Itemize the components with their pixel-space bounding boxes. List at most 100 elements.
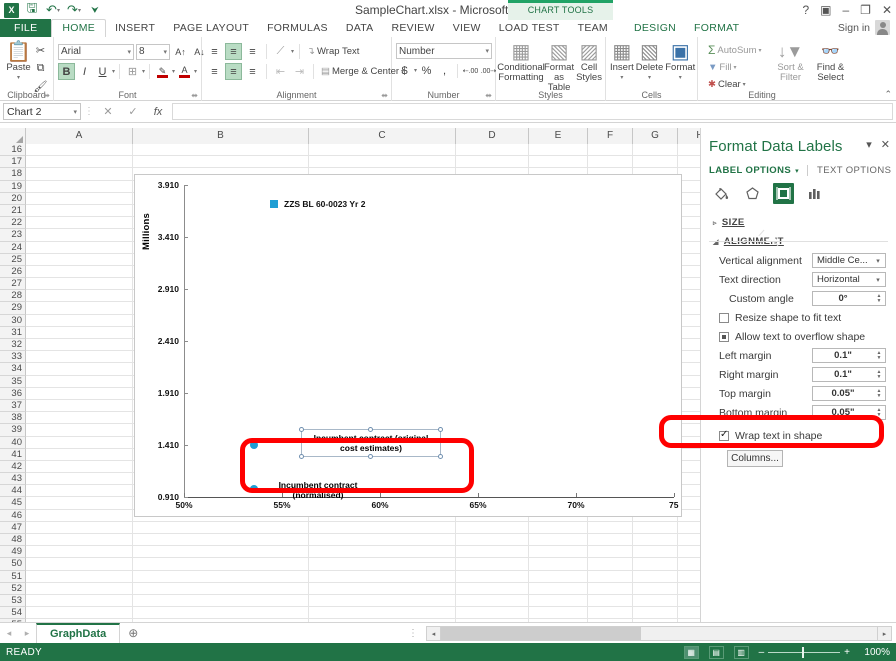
format-data-labels-pane[interactable]: Format Data Labels ▾ ✕ LABEL OPTIONS ▾ T… <box>700 128 896 622</box>
decrease-decimal-icon[interactable]: .00⇢ <box>480 62 497 79</box>
align-top-icon[interactable]: ≡ <box>206 43 223 60</box>
grid-cell[interactable] <box>26 217 133 229</box>
grid-cell[interactable] <box>529 144 588 156</box>
tab-design[interactable]: DESIGN <box>625 20 685 37</box>
tab-page-layout[interactable]: PAGE LAYOUT <box>164 20 258 37</box>
grid-cell[interactable] <box>456 534 529 546</box>
scroll-right-icon[interactable]: ▸ <box>877 626 892 641</box>
grid-cell[interactable] <box>133 583 309 595</box>
sign-in-area[interactable]: Sign in <box>838 20 890 35</box>
enter-formula-icon[interactable]: ✓ <box>122 103 144 120</box>
tab-formulas[interactable]: FORMULAS <box>258 20 337 37</box>
grid-cell[interactable] <box>456 546 529 558</box>
row-header-52[interactable]: 52 <box>0 583 26 595</box>
help-icon[interactable]: ? <box>802 3 809 17</box>
grid-cell[interactable] <box>26 595 133 607</box>
format-as-table-button[interactable]: ▧ Format as Table <box>544 41 574 93</box>
horizontal-scrollbar[interactable]: ◂ ▸ <box>426 626 892 641</box>
page-layout-view-icon[interactable]: ▤ <box>709 646 724 659</box>
align-bottom-icon[interactable]: ≡ <box>244 43 261 60</box>
row-header-32[interactable]: 32 <box>0 339 26 351</box>
spinner-arrows-icon[interactable]: ▲▼ <box>873 408 885 418</box>
customize-qat-icon[interactable]: ⮟ <box>87 2 103 18</box>
add-sheet-icon[interactable]: ⊕ <box>120 626 146 640</box>
ribbon-display-options-icon[interactable]: ▣ <box>820 3 831 17</box>
grid-cell[interactable] <box>26 534 133 546</box>
grid-cell[interactable] <box>26 278 133 290</box>
row-header-50[interactable]: 50 <box>0 558 26 570</box>
grid-cell[interactable] <box>26 497 133 509</box>
wrap-text-in-shape-checkbox[interactable] <box>719 431 729 441</box>
chart-legend[interactable]: ZZS BL 60-0023 Yr 2 <box>270 199 365 209</box>
row-header-38[interactable]: 38 <box>0 412 26 424</box>
row-header-18[interactable]: 18 <box>0 168 26 180</box>
column-header-c[interactable]: C <box>309 128 456 144</box>
font-name-combo[interactable]: Arial ▾ <box>58 44 134 60</box>
grid-cell[interactable] <box>26 607 133 619</box>
grid-cell[interactable] <box>529 156 588 168</box>
horizontal-scroll-thumb[interactable] <box>441 627 641 640</box>
grid-cell[interactable] <box>529 546 588 558</box>
grid-cell[interactable] <box>456 571 529 583</box>
prev-sheet-icon[interactable]: ◂ <box>0 628 18 639</box>
grid-cell[interactable] <box>588 546 633 558</box>
formula-input[interactable] <box>172 103 893 120</box>
bold-button[interactable]: B <box>58 63 75 80</box>
grid-cell[interactable] <box>633 144 678 156</box>
bottom-margin-spinner[interactable]: 0.05" ▲▼ <box>812 405 886 420</box>
tab-insert[interactable]: INSERT <box>106 20 164 37</box>
tab-home[interactable]: HOME <box>51 19 106 37</box>
resize-shape-checkbox[interactable] <box>719 313 729 323</box>
grid-cell[interactable] <box>26 302 133 314</box>
column-header-d[interactable]: D <box>456 128 529 144</box>
row-header-33[interactable]: 33 <box>0 351 26 363</box>
collapse-ribbon-icon[interactable]: ⌃ <box>884 89 892 100</box>
grid-cell[interactable] <box>529 522 588 534</box>
minimize-button[interactable]: – <box>842 3 849 17</box>
number-dialog-launcher-icon[interactable]: ⬌ <box>485 91 492 100</box>
row-header-19[interactable]: 19 <box>0 181 26 193</box>
text-direction-dropdown[interactable]: Horizontal ▾ <box>812 272 886 287</box>
row-header-24[interactable]: 24 <box>0 242 26 254</box>
grid-cell[interactable] <box>588 595 633 607</box>
grid-cell[interactable] <box>26 290 133 302</box>
row-header-35[interactable]: 35 <box>0 376 26 388</box>
tab-label-options[interactable]: LABEL OPTIONS <box>709 165 791 176</box>
grid-cell[interactable] <box>529 558 588 570</box>
custom-angle-spinner[interactable]: 0° ▲▼ <box>812 291 886 306</box>
grid-cell[interactable] <box>26 315 133 327</box>
grid-cell[interactable] <box>588 144 633 156</box>
grid-cell[interactable] <box>309 522 456 534</box>
copy-icon[interactable]: ⧉ <box>32 60 49 77</box>
tab-split-handle[interactable]: ⋮ <box>408 628 418 639</box>
row-header-27[interactable]: 27 <box>0 278 26 290</box>
grid-cell[interactable] <box>133 546 309 558</box>
underline-button[interactable]: U <box>94 63 111 80</box>
row-header-51[interactable]: 51 <box>0 571 26 583</box>
font-color-icon[interactable]: A <box>176 63 193 80</box>
italic-button[interactable]: I <box>76 63 93 80</box>
grid-cell[interactable] <box>309 571 456 583</box>
row-header-23[interactable]: 23 <box>0 229 26 241</box>
spinner-arrows-icon[interactable]: ▲▼ <box>873 351 885 361</box>
name-box[interactable]: Chart 2 ▾ <box>3 103 81 120</box>
allow-overflow-checkbox[interactable] <box>719 332 729 342</box>
grid-cell[interactable] <box>26 424 133 436</box>
row-header-25[interactable]: 25 <box>0 254 26 266</box>
grid-cell[interactable] <box>133 607 309 619</box>
data-point[interactable] <box>250 485 258 493</box>
grid-cell[interactable] <box>309 144 456 156</box>
grid-cell[interactable] <box>26 400 133 412</box>
tab-data[interactable]: DATA <box>337 20 383 37</box>
row-header-41[interactable]: 41 <box>0 449 26 461</box>
row-header-29[interactable]: 29 <box>0 302 26 314</box>
sort-filter-button[interactable]: ↓▼ Sort & Filter <box>774 41 808 83</box>
sheet-tab-graphdata[interactable]: GraphData <box>36 623 120 643</box>
row-header-28[interactable]: 28 <box>0 290 26 302</box>
format-cells-button[interactable]: ▣ Format ▾ <box>665 41 695 83</box>
tab-team[interactable]: TEAM <box>569 20 617 37</box>
grid-cell[interactable] <box>588 607 633 619</box>
alignment-dialog-launcher-icon[interactable]: ⬌ <box>381 91 388 100</box>
spinner-arrows-icon[interactable]: ▲▼ <box>873 370 885 380</box>
decrease-indent-icon[interactable]: ⇤ <box>272 63 289 80</box>
